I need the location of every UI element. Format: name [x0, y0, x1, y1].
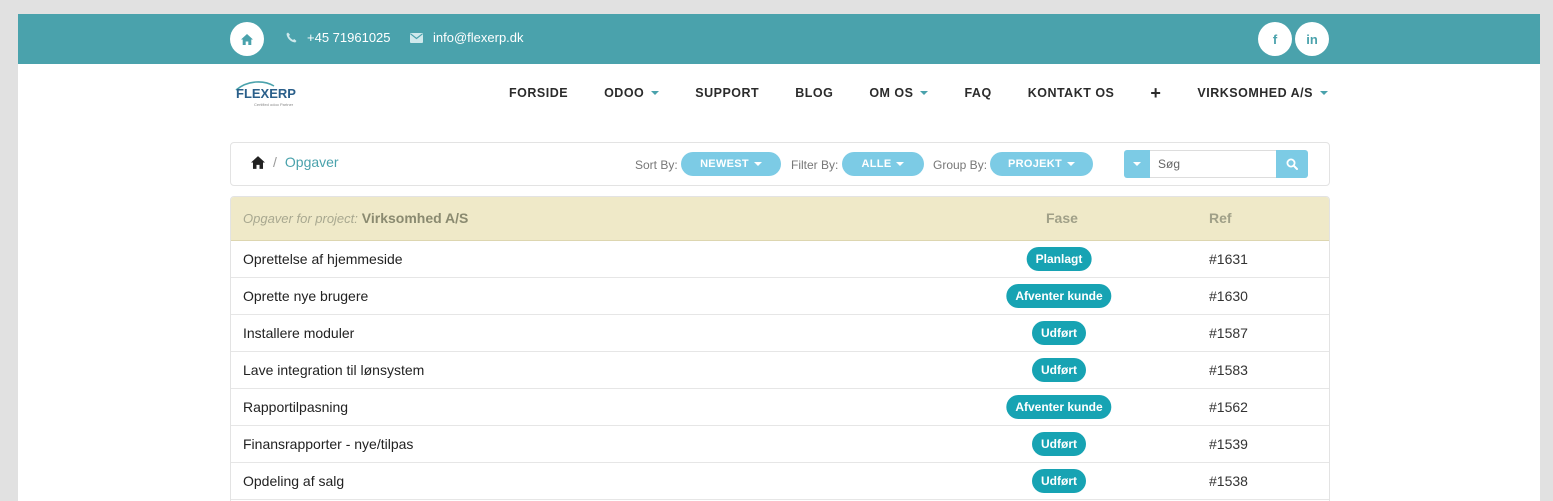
nav-item-virksomhed[interactable]: VIRKSOMHED A/S: [1197, 86, 1328, 100]
task-ref: #1630: [1209, 288, 1248, 304]
table-row[interactable]: Lave integration til lønsystem Udført #1…: [231, 352, 1329, 389]
linkedin-icon: in: [1306, 31, 1318, 47]
breadcrumb-separator: /: [273, 154, 277, 170]
breadcrumb: / Opgaver: [251, 154, 339, 170]
facebook-button[interactable]: f: [1258, 22, 1292, 56]
envelope-icon: [410, 32, 423, 43]
caret-down-icon: [920, 91, 929, 95]
table-row[interactable]: Oprette nye brugere Afventer kunde #1630: [231, 278, 1329, 315]
caret-down-icon: [651, 91, 660, 95]
task-name[interactable]: Lave integration til lønsystem: [243, 362, 424, 378]
stage-badge: Udført: [1032, 469, 1086, 493]
nav-item-plus[interactable]: +: [1150, 83, 1162, 103]
breadcrumb-bar: / Opgaver Sort By: NEWEST Filter By: ALL…: [230, 142, 1330, 186]
project-name: Virksomhed A/S: [361, 210, 469, 226]
table-row[interactable]: Oprettelse af hjemmeside Planlagt #1631: [231, 241, 1329, 278]
logo-tagline: Certified odoo Partner: [254, 102, 294, 107]
nav-item-kontakt-os[interactable]: KONTAKT OS: [1028, 86, 1115, 100]
group-label: Group By:: [933, 158, 988, 172]
stage-badge: Afventer kunde: [1006, 395, 1112, 419]
column-header-ref: Ref: [1209, 210, 1232, 226]
top-bar: +45 71961025 info@flexerp.dk f in: [18, 14, 1540, 64]
task-name[interactable]: Rapportilpasning: [243, 399, 348, 415]
breadcrumb-current: Opgaver: [284, 154, 339, 170]
home-icon: [241, 33, 253, 45]
task-ref: #1539: [1209, 436, 1248, 452]
table-row[interactable]: Installere moduler Udført #1587: [231, 315, 1329, 352]
caret-down-icon: [1067, 162, 1076, 166]
facebook-icon: f: [1272, 31, 1278, 47]
task-name[interactable]: Finansrapporter - nye/tilpas: [243, 436, 413, 452]
stage-badge: Afventer kunde: [1006, 284, 1112, 308]
task-name[interactable]: Opdeling af salg: [243, 473, 344, 489]
filter-label: Filter By:: [791, 158, 839, 172]
logo[interactable]: FLEXERP Certified odoo Partner: [234, 78, 304, 110]
column-header-fase: Fase: [1046, 210, 1078, 226]
task-ref: #1583: [1209, 362, 1248, 378]
plus-icon: +: [1150, 83, 1162, 103]
nav-item-forside[interactable]: FORSIDE: [509, 86, 568, 100]
sort-label: Sort By:: [635, 158, 678, 172]
nav-item-om-os[interactable]: OM OS: [869, 86, 929, 100]
logo-text: FLEXERP: [236, 86, 296, 101]
task-table: Opgaver for project: Virksomhed A/S Fase…: [230, 196, 1330, 501]
nav-item-support[interactable]: SUPPORT: [695, 86, 759, 100]
search-button[interactable]: [1276, 150, 1308, 178]
stage-badge: Udført: [1032, 358, 1086, 382]
phone-number: +45 71961025: [307, 30, 391, 45]
group-dropdown[interactable]: PROJEKT: [990, 152, 1093, 176]
stage-badge: Udført: [1032, 321, 1086, 345]
home-button[interactable]: [230, 22, 264, 56]
task-name[interactable]: Oprettelse af hjemmeside: [243, 251, 403, 267]
caret-down-icon: [753, 162, 762, 166]
nav-item-odoo[interactable]: ODOO: [604, 86, 660, 100]
phone-icon: [286, 32, 297, 43]
project-title: Opgaver for project: Virksomhed A/S: [243, 210, 468, 226]
task-ref: #1587: [1209, 325, 1248, 341]
task-name[interactable]: Oprette nye brugere: [243, 288, 368, 304]
project-lead: Opgaver for project:: [243, 211, 358, 226]
main-nav: FORSIDE ODOO SUPPORT BLOG OM OS FAQ KONT…: [473, 83, 1328, 103]
table-row[interactable]: Rapportilpasning Afventer kunde #1562: [231, 389, 1329, 426]
search-input[interactable]: [1150, 150, 1284, 178]
search-options-button[interactable]: [1124, 150, 1150, 178]
stage-badge: Planlagt: [1026, 247, 1092, 271]
table-header: Opgaver for project: Virksomhed A/S Fase…: [231, 197, 1329, 241]
caret-down-icon: [1320, 91, 1328, 95]
flexerp-logo-icon: FLEXERP Certified odoo Partner: [235, 81, 296, 107]
table-row[interactable]: Finansrapporter - nye/tilpas Udført #153…: [231, 426, 1329, 463]
task-ref: #1562: [1209, 399, 1248, 415]
sort-dropdown[interactable]: NEWEST: [681, 152, 781, 176]
home-icon[interactable]: [251, 155, 265, 169]
caret-down-icon: [1133, 162, 1141, 166]
linkedin-button[interactable]: in: [1295, 22, 1329, 56]
nav-item-blog[interactable]: BLOG: [795, 86, 833, 100]
stage-badge: Udført: [1032, 432, 1086, 456]
nav-item-faq[interactable]: FAQ: [964, 86, 991, 100]
phone-link[interactable]: +45 71961025: [286, 30, 391, 45]
email-link[interactable]: info@flexerp.dk: [410, 30, 524, 45]
task-ref: #1538: [1209, 473, 1248, 489]
email-address: info@flexerp.dk: [433, 30, 524, 45]
search-icon: [1286, 158, 1298, 170]
table-row[interactable]: Opdeling af salg Udført #1538: [231, 463, 1329, 500]
task-name[interactable]: Installere moduler: [243, 325, 354, 341]
filter-dropdown[interactable]: ALLE: [842, 152, 924, 176]
task-ref: #1631: [1209, 251, 1248, 267]
caret-down-icon: [896, 162, 905, 166]
page: +45 71961025 info@flexerp.dk f in FLEXER…: [18, 14, 1540, 501]
